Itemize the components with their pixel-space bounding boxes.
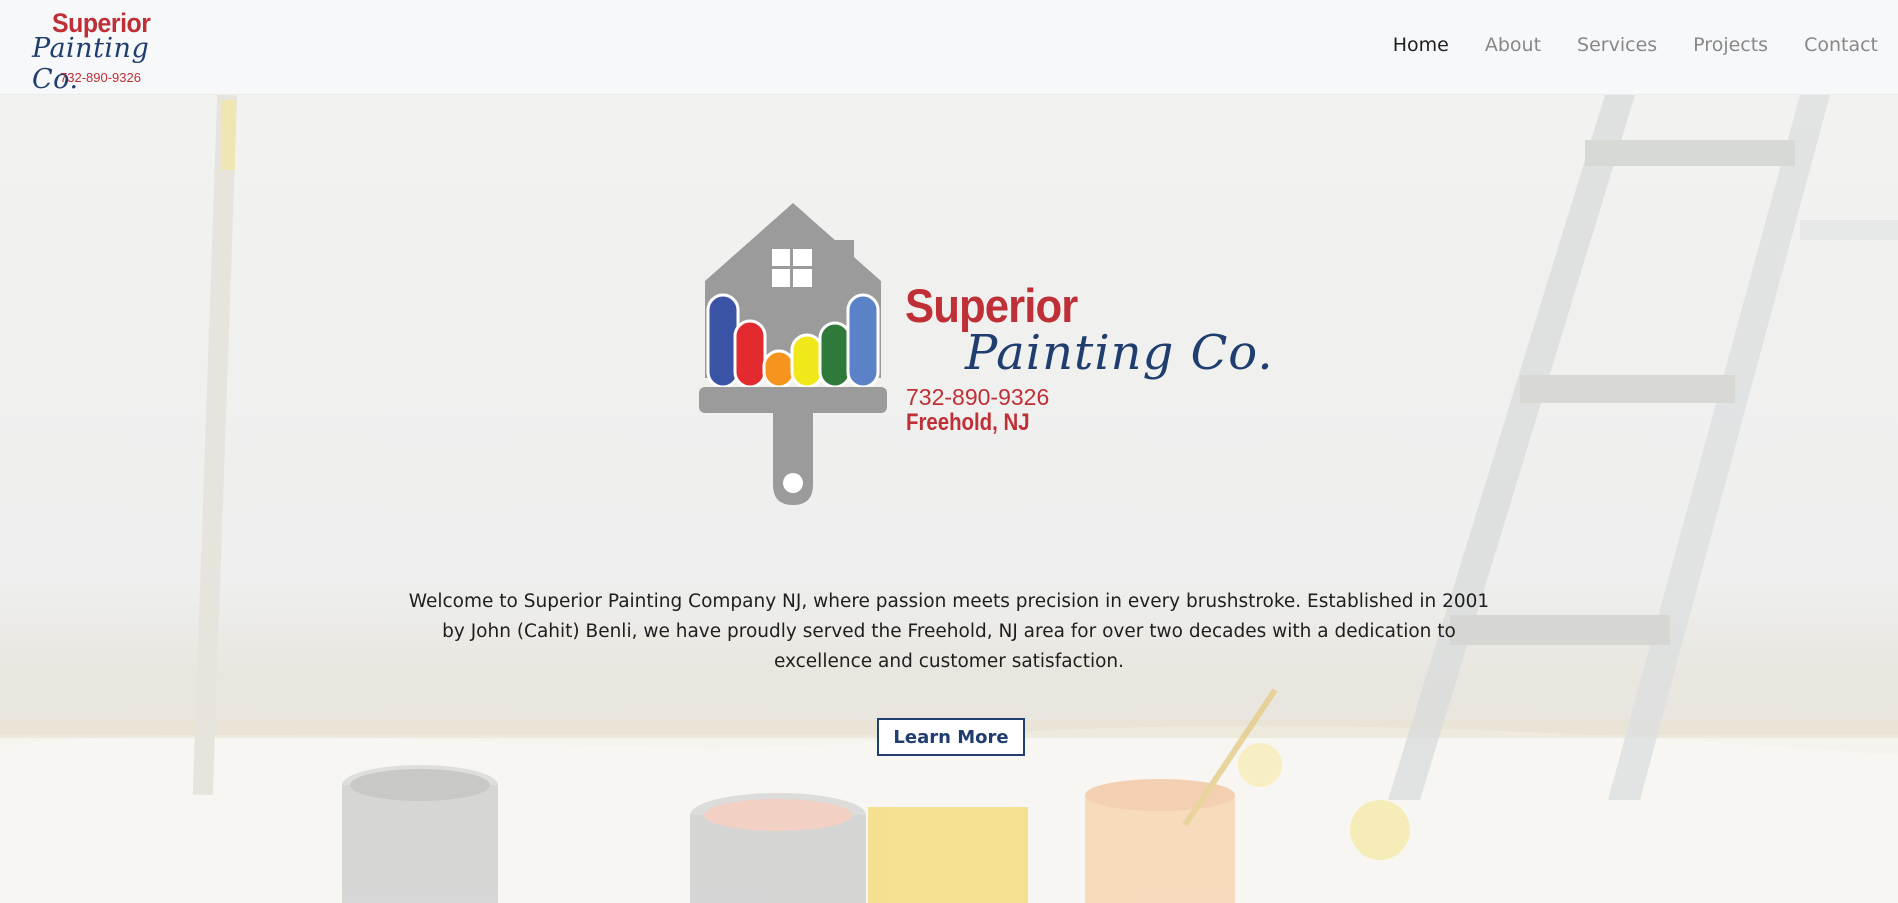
main-nav: Home About Services Projects Contact bbox=[1357, 34, 1878, 56]
stripe-red bbox=[733, 319, 767, 389]
stripe-yellow bbox=[790, 333, 824, 389]
nav-services[interactable]: Services bbox=[1577, 34, 1657, 56]
hero-section: Superior Painting Co. 732-890-9326 Freeh… bbox=[0, 95, 1898, 903]
hero-phone: 732-890-9326 bbox=[906, 384, 1050, 410]
learn-more-button[interactable]: Learn More bbox=[877, 718, 1025, 756]
welcome-paragraph: Welcome to Superior Painting Company NJ,… bbox=[408, 591, 1490, 672]
nav-home[interactable]: Home bbox=[1393, 34, 1449, 56]
hero-location: Freehold, NJ bbox=[906, 409, 1030, 436]
nav-contact[interactable]: Contact bbox=[1804, 34, 1878, 56]
nav-about[interactable]: About bbox=[1485, 34, 1541, 56]
stripe-orange bbox=[762, 349, 796, 389]
nav-projects[interactable]: Projects bbox=[1693, 34, 1768, 56]
stripe-light-blue bbox=[846, 293, 880, 389]
site-header: Superior Painting Co. 732-890-9326 Home … bbox=[0, 0, 1898, 95]
hero-brand-script: Painting Co. bbox=[965, 325, 1274, 381]
logo-brand-script: Painting Co. bbox=[32, 33, 150, 95]
logo-phone: 732-890-9326 bbox=[60, 70, 141, 85]
header-logo[interactable]: Superior Painting Co. 732-890-9326 bbox=[30, 6, 190, 95]
stripe-green bbox=[818, 321, 852, 389]
